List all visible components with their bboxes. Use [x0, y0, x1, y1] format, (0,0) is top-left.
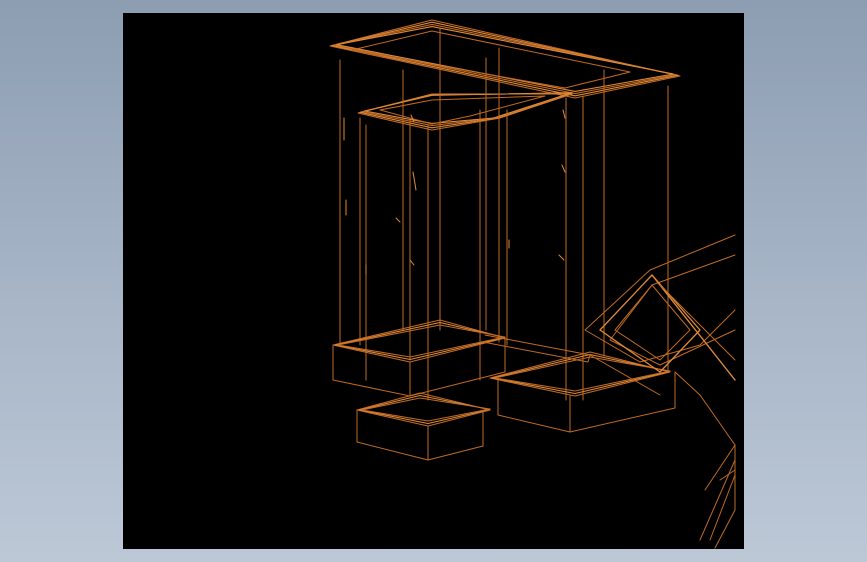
hidden-mark [558, 254, 565, 261]
hidden-mark [561, 164, 566, 173]
hidden-mark [562, 109, 566, 119]
cad-viewport[interactable] [123, 13, 744, 549]
hidden-mark [412, 171, 417, 191]
front-block-top [356, 392, 491, 427]
upper-frame-edge [331, 21, 679, 97]
front-block-top [361, 397, 491, 422]
upper-frame-edge [329, 19, 681, 99]
front-block-box [356, 409, 484, 461]
hidden-mark [395, 217, 401, 223]
front-block-top [358, 394, 491, 425]
lower-pad-box [332, 337, 506, 397]
hidden-mark [409, 259, 415, 266]
app-window [0, 0, 867, 562]
second-frame-edge [357, 93, 573, 131]
slanted-beam-lower [674, 371, 736, 446]
middle-pad-box [497, 371, 676, 433]
wireframe-model [329, 19, 736, 549]
slanted-beam-diag [651, 274, 736, 381]
right-fragment [704, 444, 736, 541]
